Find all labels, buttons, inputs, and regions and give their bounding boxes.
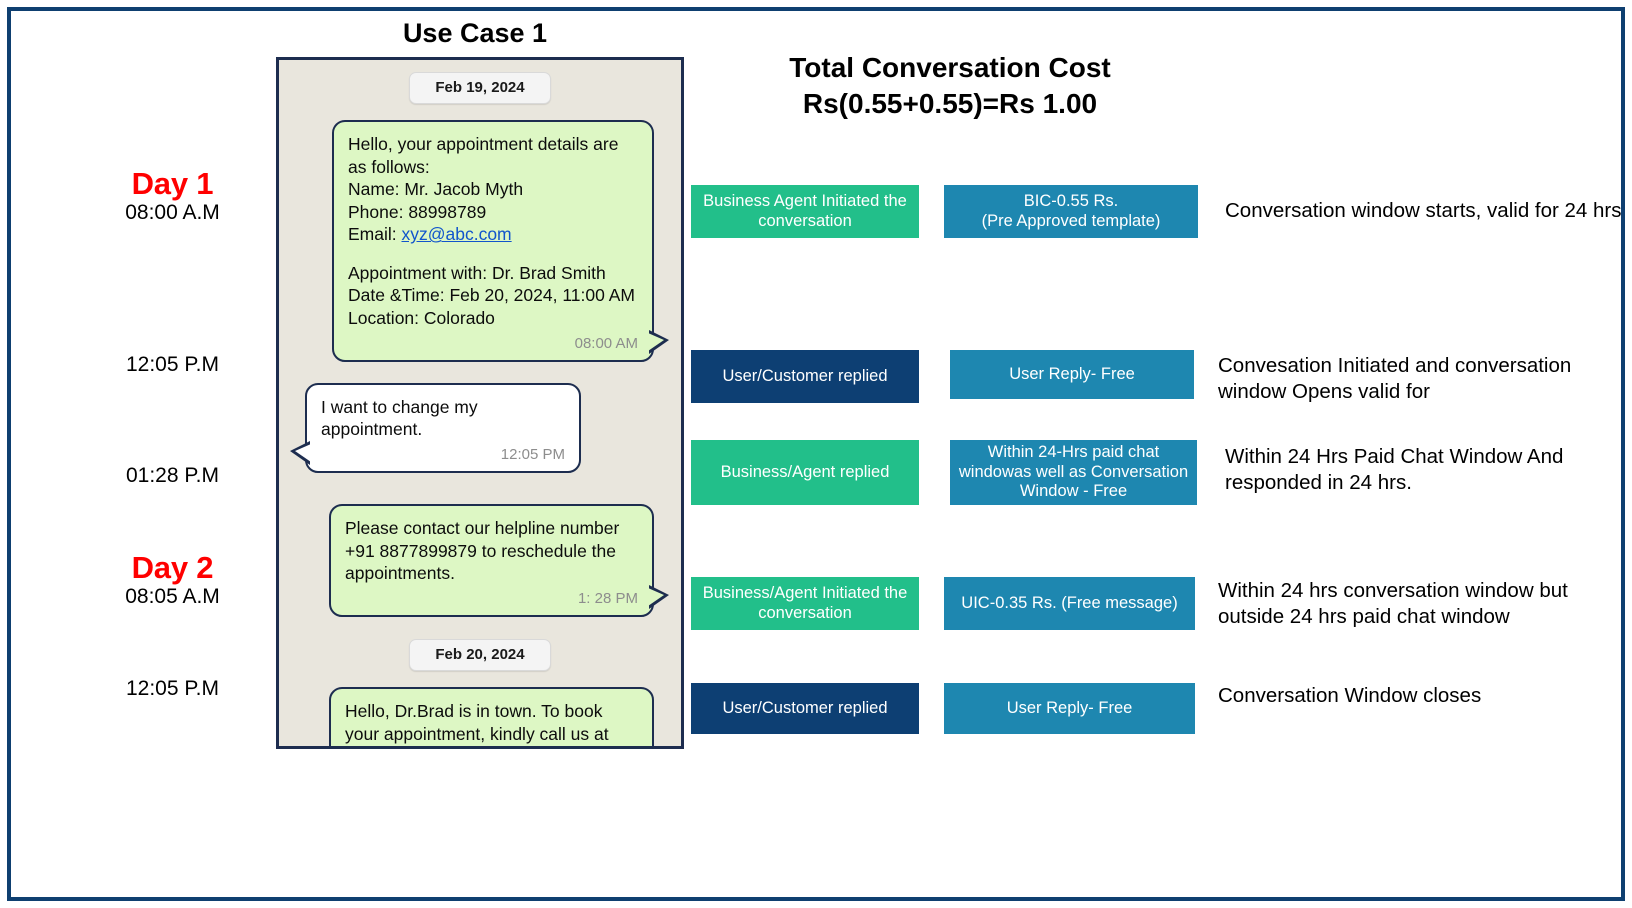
cost-heading: Total Conversation Cost	[789, 52, 1111, 83]
cost-formula: Rs(0.55+0.55)=Rs 1.00	[802, 88, 1098, 120]
message-bubble-business-3: Hello, Dr.Brad is in town. To book your …	[329, 687, 654, 746]
row-1-cost-badge[interactable]: BIC-0.55 Rs. (Pre Approved template)	[944, 185, 1198, 238]
message-timestamp: 1: 28 PM	[577, 590, 638, 607]
timeline-time-label: 12:05 P.M	[125, 677, 219, 700]
bubble-tail-icon	[648, 329, 669, 354]
row-1-description: Conversation window starts, valid for 24…	[1225, 199, 1622, 222]
message-timestamp: 12:05 PM	[500, 445, 565, 463]
timeline-time-label: 01:28 P.M	[125, 464, 219, 487]
email-label: Email:	[348, 224, 402, 245]
timeline-time-label: 08:00 A.M	[125, 201, 220, 225]
row-1-actor-badge[interactable]: Business Agent Initiated the conversatio…	[691, 185, 919, 238]
timeline-entry-4: Day 2 08:05 A.M	[60, 551, 285, 611]
message-bubble-user-1: I want to change my appointment. 12:05 P…	[290, 382, 581, 474]
date-separator-chip: Feb 20, 2024	[409, 639, 551, 672]
row-4-description: Within 24 hrs conversation window but ou…	[1218, 579, 1568, 629]
message-bubble-business-1: Hello, your appointment details are as f…	[332, 120, 669, 362]
total-conversation-cost-title: Total Conversation Cost Rs(0.55+0.55)=Rs…	[700, 50, 1200, 123]
message-line: Date &Time: Feb 20, 2024, 11:00 AM	[348, 285, 635, 306]
row-2-description: Convesation Initiated and conversation w…	[1218, 354, 1572, 404]
row-5-actor-badge[interactable]: User/Customer replied	[691, 683, 919, 734]
use-case-title: Use Case 1	[402, 18, 548, 48]
message-line: Email: xyz@abc.com	[348, 223, 638, 246]
message-line: Appointment with: Dr. Brad Smith	[348, 262, 606, 283]
timeline-column: Day 1 08:00 A.M 12:05 P.M 01:28 P.M Day …	[60, 0, 285, 908]
bubble-tail-icon	[290, 441, 311, 466]
timeline-entry-1: Day 1 08:00 A.M	[60, 167, 285, 227]
chat-panel: Feb 19, 2024 Hello, your appointment det…	[276, 57, 684, 749]
message-line: Hello, Dr.Brad is in town. To book your …	[345, 701, 609, 744]
date-separator-chip: Feb 19, 2024	[409, 72, 551, 104]
slide-canvas: Use Case 1 Total Conversation Cost Rs(0.…	[0, 0, 1632, 908]
message-line: Hello, your appointment details are as f…	[348, 134, 619, 177]
row-5-cost-badge[interactable]: User Reply- Free	[944, 683, 1195, 734]
timeline-entry-3: 01:28 P.M	[60, 463, 285, 489]
bubble-tail-icon	[648, 585, 669, 610]
timeline-time-label: 12:05 P.M	[125, 353, 219, 376]
message-bubble-business-2: Please contact our helpline number +91 8…	[329, 504, 669, 618]
row-3-cost-badge[interactable]: Within 24-Hrs paid chat windowas well as…	[950, 440, 1197, 505]
row-5-description: Conversation Window closes	[1218, 684, 1482, 707]
timeline-entry-5: 12:05 P.M	[60, 676, 285, 702]
timeline-entry-2: 12:05 P.M	[60, 352, 285, 378]
timeline-day-label: Day 2	[131, 550, 214, 585]
message-line: Name: Mr. Jacob Myth	[348, 179, 524, 200]
timeline-time-label: 08:05 A.M	[125, 585, 220, 609]
message-line: Phone: 88998789	[348, 201, 487, 222]
row-2-cost-badge[interactable]: User Reply- Free	[950, 350, 1194, 399]
row-4-actor-badge[interactable]: Business/Agent Initiated the conversatio…	[691, 577, 919, 630]
timeline-day-label: Day 1	[131, 166, 214, 201]
row-3-description: Within 24 Hrs Paid Chat Window And respo…	[1225, 445, 1564, 495]
row-4-cost-badge[interactable]: UIC-0.35 Rs. (Free message)	[944, 577, 1195, 630]
email-link[interactable]: xyz@abc.com	[401, 224, 511, 244]
row-2-actor-badge[interactable]: User/Customer replied	[691, 350, 919, 403]
message-line: Location: Colorado	[348, 307, 495, 328]
row-3-actor-badge[interactable]: Business/Agent replied	[691, 440, 919, 505]
message-line: I want to change my appointment.	[321, 396, 478, 440]
message-timestamp: 08:00 AM	[574, 334, 638, 352]
message-line: Please contact our helpline number +91 8…	[345, 518, 620, 584]
